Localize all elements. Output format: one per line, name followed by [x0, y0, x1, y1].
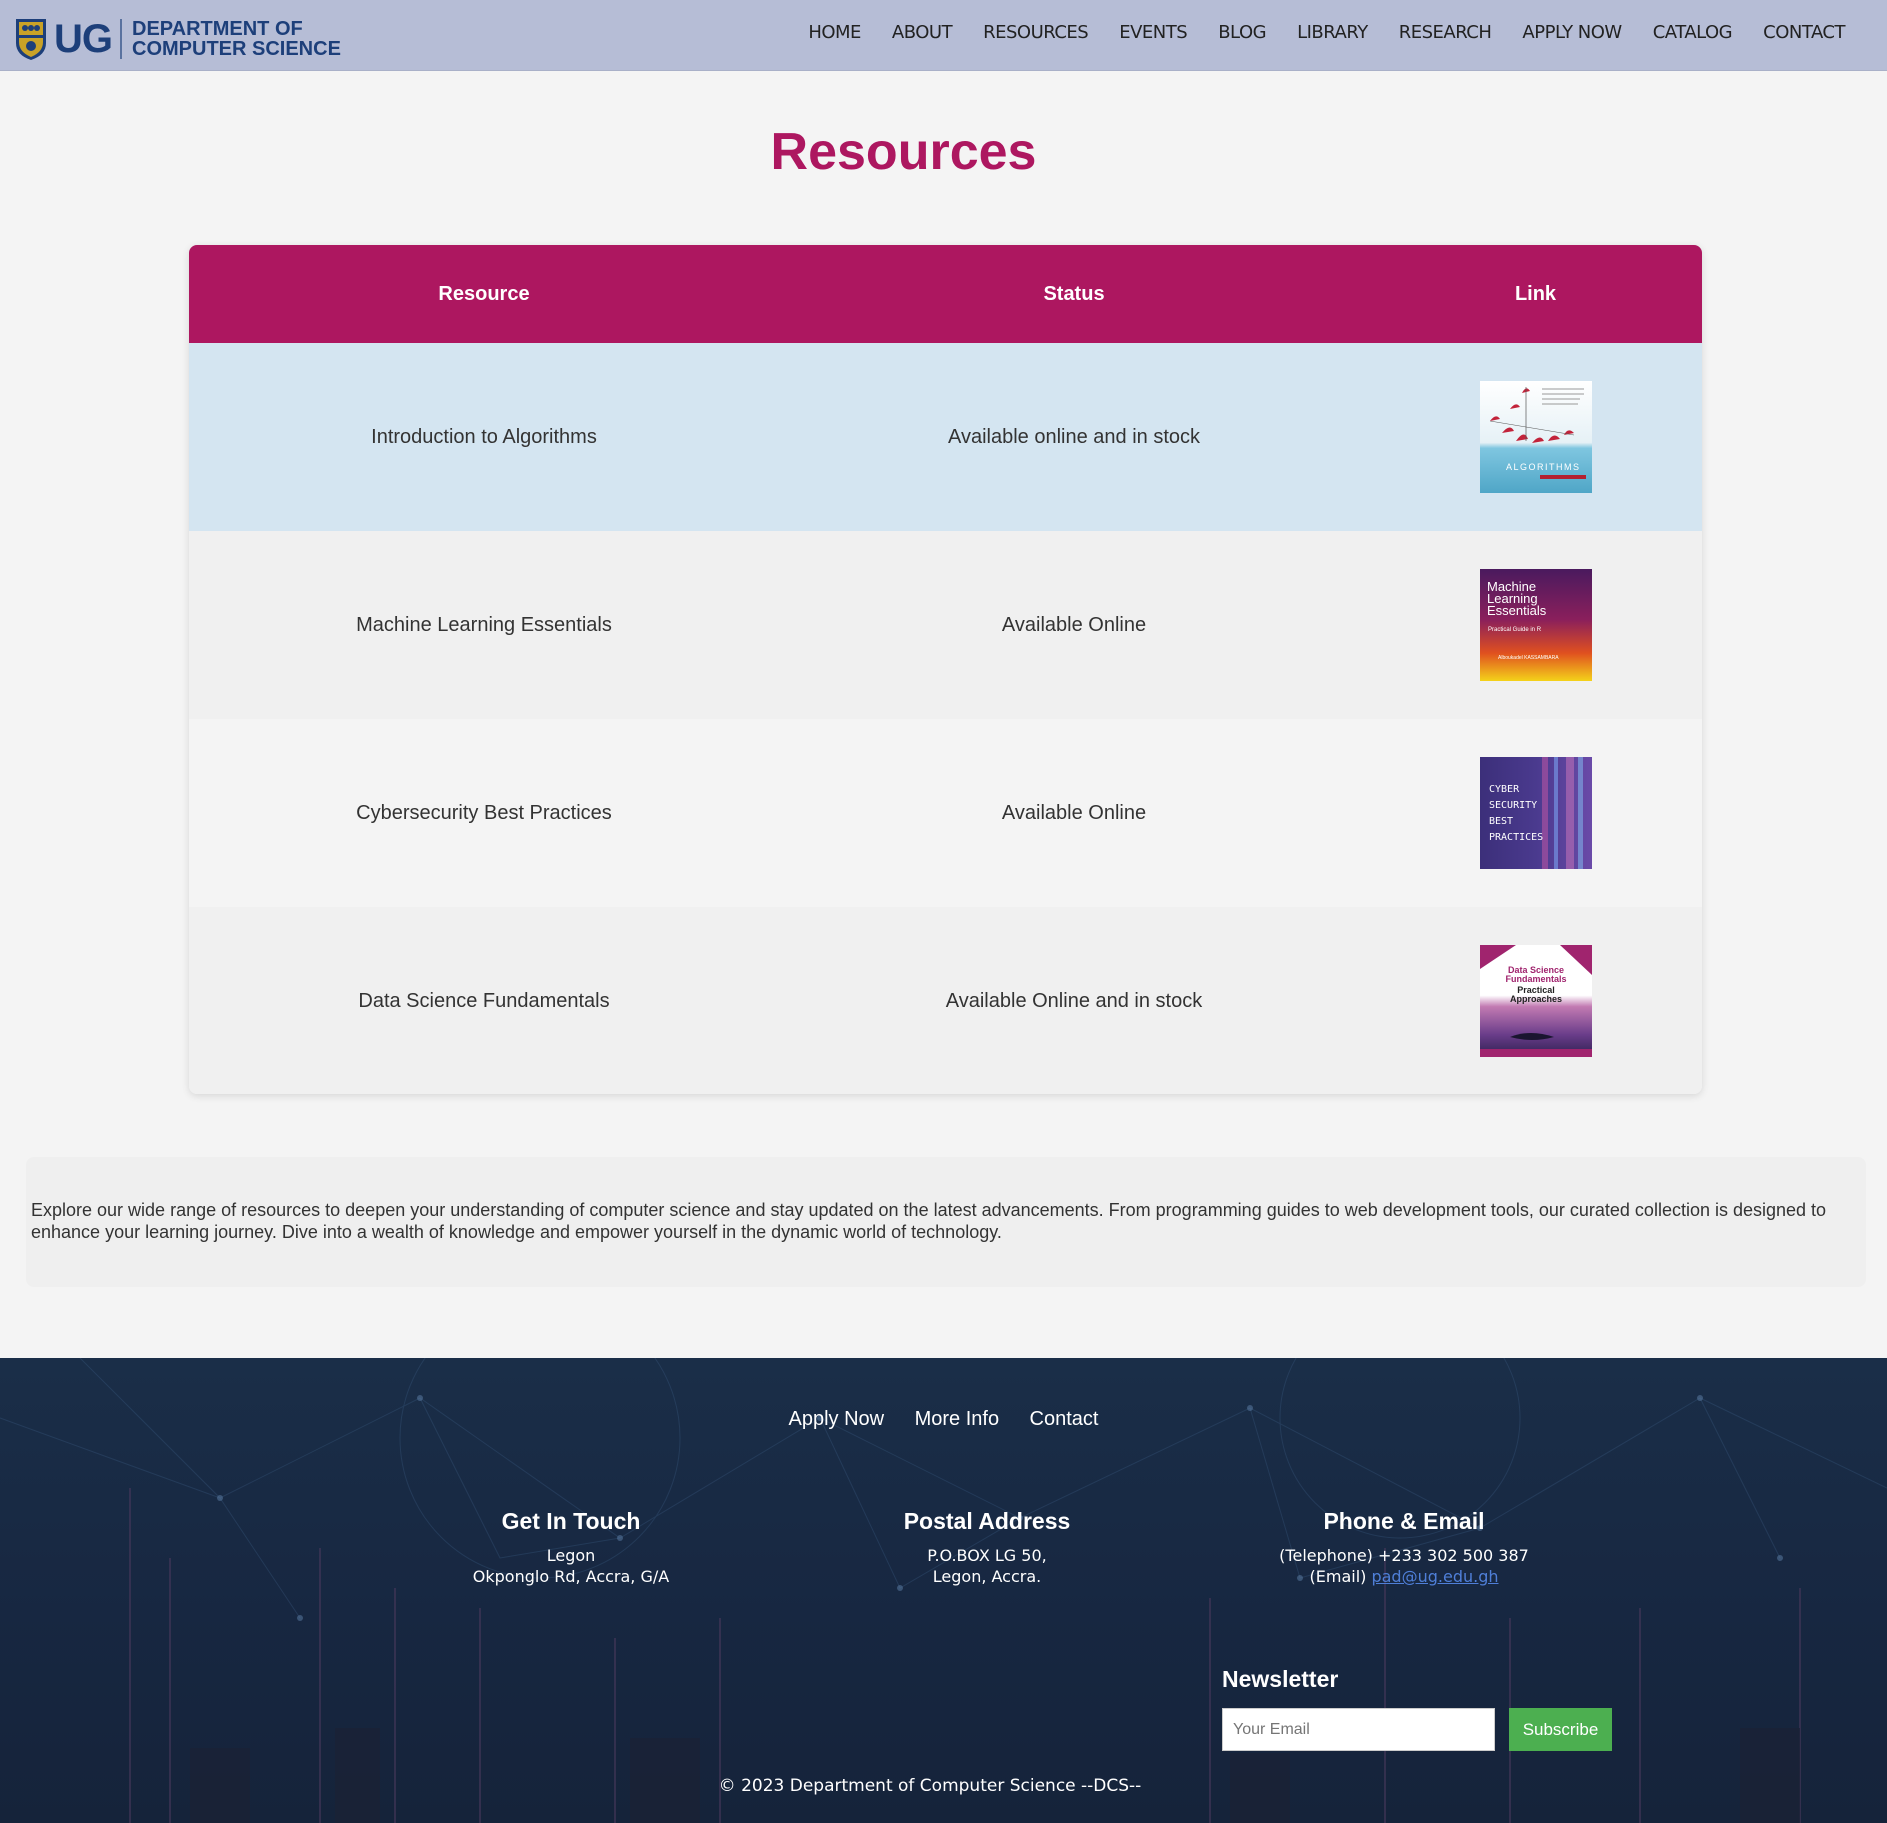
resource-link-cell: Data Science Fundamentals Practical Appr…	[1369, 945, 1702, 1057]
newsletter-email-input[interactable]	[1222, 1708, 1495, 1751]
nav-blog[interactable]: BLOG	[1218, 22, 1266, 43]
email-label: (Email)	[1309, 1567, 1372, 1586]
resource-link-cell: ALGORITHMS	[1369, 381, 1702, 493]
postal-line-2: Legon, Accra.	[932, 1567, 1042, 1586]
crest-icon	[14, 17, 48, 61]
table-row: Data Science Fundamentals Available Onli…	[189, 907, 1702, 1094]
description-text: Explore our wide range of resources to d…	[31, 1200, 1827, 1242]
svg-text:Fundamentals: Fundamentals	[1505, 974, 1566, 984]
nav-library[interactable]: LIBRARY	[1297, 22, 1368, 43]
subscribe-button[interactable]: Subscribe	[1509, 1708, 1612, 1751]
resource-name: Introduction to Algorithms	[371, 425, 597, 448]
page-title: Resources	[770, 123, 1037, 181]
site-footer: Apply Now More Info Contact Get In Touch…	[0, 1358, 1887, 1823]
phone-number: (Telephone) +233 302 500 387	[1279, 1546, 1529, 1565]
logo-line-2: COMPUTER SCIENCE	[132, 38, 341, 60]
site-logo[interactable]: UG DEPARTMENT OF COMPUTER SCIENCE	[14, 16, 341, 62]
resource-status: Available online and in stock	[947, 425, 1201, 448]
column-header-resource: Resource	[438, 282, 530, 305]
table-row: Machine Learning Essentials Available On…	[189, 531, 1702, 719]
nav-about[interactable]: ABOUT	[892, 22, 953, 43]
table-row: Cybersecurity Best Practices Available O…	[189, 719, 1702, 907]
book-cover-link[interactable]: ALGORITHMS	[1479, 381, 1592, 493]
column-header-status: Status	[1043, 282, 1105, 305]
postal-address-section: Postal Address P.O.BOX LG 50, Legon, Acc…	[827, 1508, 1147, 1587]
resources-table: Resource Status Link Introduction to Alg…	[189, 245, 1702, 1094]
get-in-touch-section: Get In Touch Legon Okponglo Rd, Accra, G…	[411, 1508, 731, 1587]
footer-links: Apply Now More Info Contact	[0, 1408, 1887, 1431]
cybersecurity-cover-image: CYBER SECURITY BEST PRACTICES	[1479, 757, 1592, 869]
resource-status: Available Online	[1001, 613, 1147, 636]
resource-link-cell: CYBER SECURITY BEST PRACTICES	[1369, 757, 1702, 869]
resources-description: Explore our wide range of resources to d…	[26, 1157, 1866, 1287]
resource-status: Available Online	[1001, 801, 1147, 824]
book-cover-link[interactable]: Data Science Fundamentals Practical Appr…	[1479, 945, 1592, 1057]
footer-link-contact[interactable]: Contact	[1030, 1408, 1099, 1430]
ml-essentials-cover-image: Machine Learning Essentials Practical Gu…	[1479, 569, 1592, 681]
logo-text: DEPARTMENT OF COMPUTER SCIENCE	[132, 19, 341, 59]
data-science-cover-image: Data Science Fundamentals Practical Appr…	[1479, 945, 1592, 1057]
cover-title: ALGORITHMS	[1506, 462, 1581, 472]
phone-email-title: Phone & Email	[1323, 1508, 1485, 1534]
nav-home[interactable]: HOME	[808, 22, 861, 43]
email-link[interactable]: pad@ug.edu.gh	[1371, 1567, 1498, 1586]
logo-letters: UG	[54, 16, 113, 61]
nav-catalog[interactable]: CATALOG	[1653, 22, 1733, 43]
svg-text:Essentials: Essentials	[1487, 603, 1547, 618]
nav-research[interactable]: RESEARCH	[1399, 22, 1492, 43]
postal-line-1: P.O.BOX LG 50,	[927, 1546, 1047, 1565]
nav-resources[interactable]: RESOURCES	[983, 22, 1089, 43]
book-cover-link[interactable]: CYBER SECURITY BEST PRACTICES	[1479, 757, 1592, 869]
nav-contact[interactable]: CONTACT	[1763, 22, 1845, 43]
nav-apply-now[interactable]: APPLY NOW	[1522, 22, 1622, 43]
resource-link-cell: Machine Learning Essentials Practical Gu…	[1369, 569, 1702, 681]
svg-text:CYBER: CYBER	[1489, 784, 1520, 795]
svg-text:Approaches: Approaches	[1509, 994, 1561, 1004]
resource-name: Data Science Fundamentals	[358, 989, 610, 1012]
footer-link-apply-now[interactable]: Apply Now	[789, 1408, 885, 1430]
svg-text:SECURITY: SECURITY	[1489, 800, 1537, 811]
main-nav: HOME ABOUT RESOURCES EVENTS BLOG LIBRARY…	[777, 22, 1845, 43]
phone-email-section: Phone & Email (Telephone) +233 302 500 3…	[1244, 1508, 1564, 1587]
column-header-link: Link	[1514, 282, 1557, 305]
svg-text:BEST: BEST	[1489, 816, 1513, 827]
get-in-touch-title: Get In Touch	[501, 1508, 641, 1534]
svg-text:Practical Guide in R: Practical Guide in R	[1488, 627, 1542, 633]
resource-status: Available Online and in stock	[945, 989, 1203, 1012]
site-header: UG DEPARTMENT OF COMPUTER SCIENCE HOME A…	[0, 0, 1887, 71]
address-line-2: Okponglo Rd, Accra, G/A	[472, 1567, 670, 1586]
svg-text:PRACTICES: PRACTICES	[1489, 832, 1543, 843]
book-cover-link[interactable]: Machine Learning Essentials Practical Gu…	[1479, 569, 1592, 681]
logo-divider	[120, 19, 122, 59]
address-line-1: Legon	[546, 1546, 596, 1565]
table-header: Resource Status Link	[189, 245, 1702, 343]
table-row: Introduction to Algorithms Available onl…	[189, 343, 1702, 531]
footer-link-more-info[interactable]: More Info	[915, 1408, 999, 1430]
resource-name: Machine Learning Essentials	[356, 613, 612, 636]
copyright-text: © 2023 Department of Computer Science --…	[718, 1776, 1142, 1796]
nav-events[interactable]: EVENTS	[1119, 22, 1187, 43]
svg-text:Alboukadel KASSAMBARA: Alboukadel KASSAMBARA	[1498, 655, 1559, 661]
postal-address-title: Postal Address	[903, 1508, 1071, 1534]
algorithms-cover-image: ALGORITHMS	[1479, 381, 1592, 493]
resource-name: Cybersecurity Best Practices	[356, 801, 612, 824]
logo-line-1: DEPARTMENT OF	[132, 18, 303, 40]
newsletter-title: Newsletter	[1222, 1666, 1339, 1692]
